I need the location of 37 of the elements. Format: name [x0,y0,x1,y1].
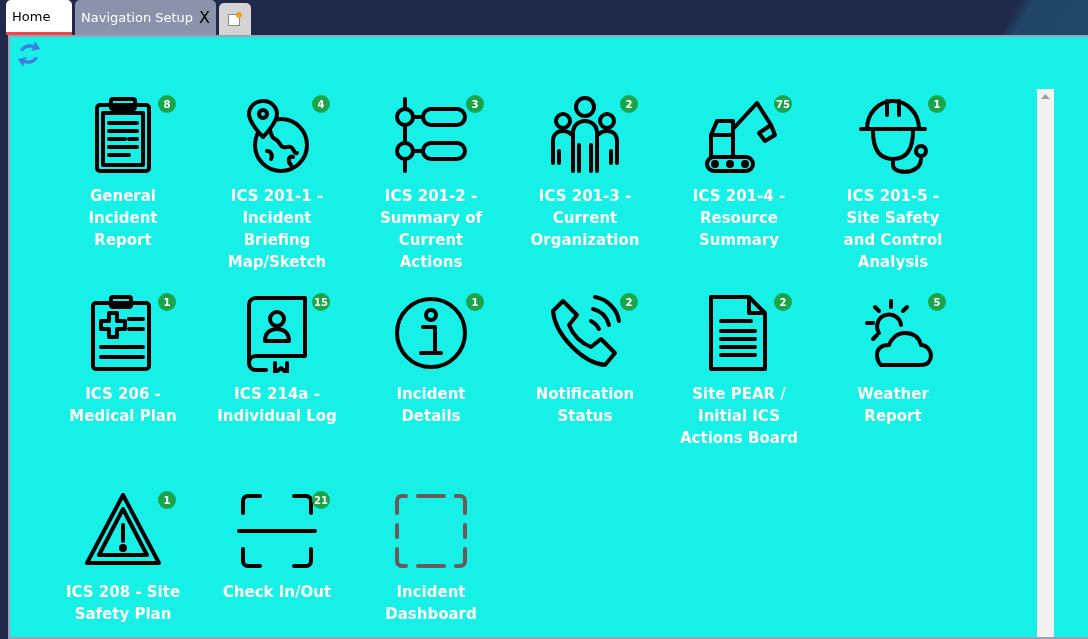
close-button[interactable]: X [199,8,211,27]
tile-label[interactable]: ICS 201-5 - Site Safety and Control Analysis [832,185,954,273]
tile-label[interactable]: ICS 201-4 - Resource Summary [678,185,800,251]
count-badge: 15 [312,293,330,311]
scrollbar[interactable] [1037,89,1054,637]
tile-label[interactable]: Site PEAR / Initial ICS Actions Board [678,383,800,449]
count-badge: 1 [466,293,484,311]
tile-label[interactable]: ICS 214a - Individual Log [216,383,338,427]
tile-label[interactable]: ICS 208 - Site Safety Plan [62,581,184,625]
new-tab-button[interactable] [219,3,252,35]
tile-label[interactable]: Incident Dashboard [370,581,492,625]
tile-label[interactable]: ICS 206 - Medical Plan [62,383,184,427]
new-page-icon [227,11,244,27]
count-badge: 5 [928,293,946,311]
count-badge: 1 [158,491,176,509]
tile-label[interactable]: General Incident Report [62,185,184,251]
count-badge: 8 [158,95,176,113]
count-badge: 2 [620,293,638,311]
count-badge: 4 [312,95,330,113]
tile-label[interactable]: ICS 201-1 - Incident Briefing Map/Sketch [216,185,338,273]
tile-label[interactable]: Incident Details [370,383,492,427]
tile-label[interactable]: ICS 201-3 - Current Organization [524,185,646,251]
count-badge: 75 [774,95,792,113]
count-badge: 1 [928,95,946,113]
count-badge: 2 [774,293,792,311]
count-badge: 2 [620,95,638,113]
refresh-icon[interactable] [16,39,42,69]
tab[interactable]: Home [6,0,72,35]
tab[interactable]: Navigation Setup X [75,0,217,35]
tile-label[interactable]: Check In/Out [216,581,338,603]
count-badge: 3 [466,95,484,113]
tile-label[interactable]: Weather Report [832,383,954,427]
count-badge: 21 [312,491,330,509]
scroll-up-icon[interactable] [1041,94,1050,99]
tile-label[interactable]: ICS 201-2 - Summary of Current Actions [370,185,492,273]
count-badge: 1 [158,293,176,311]
tile-label[interactable]: Notification Status [524,383,646,427]
